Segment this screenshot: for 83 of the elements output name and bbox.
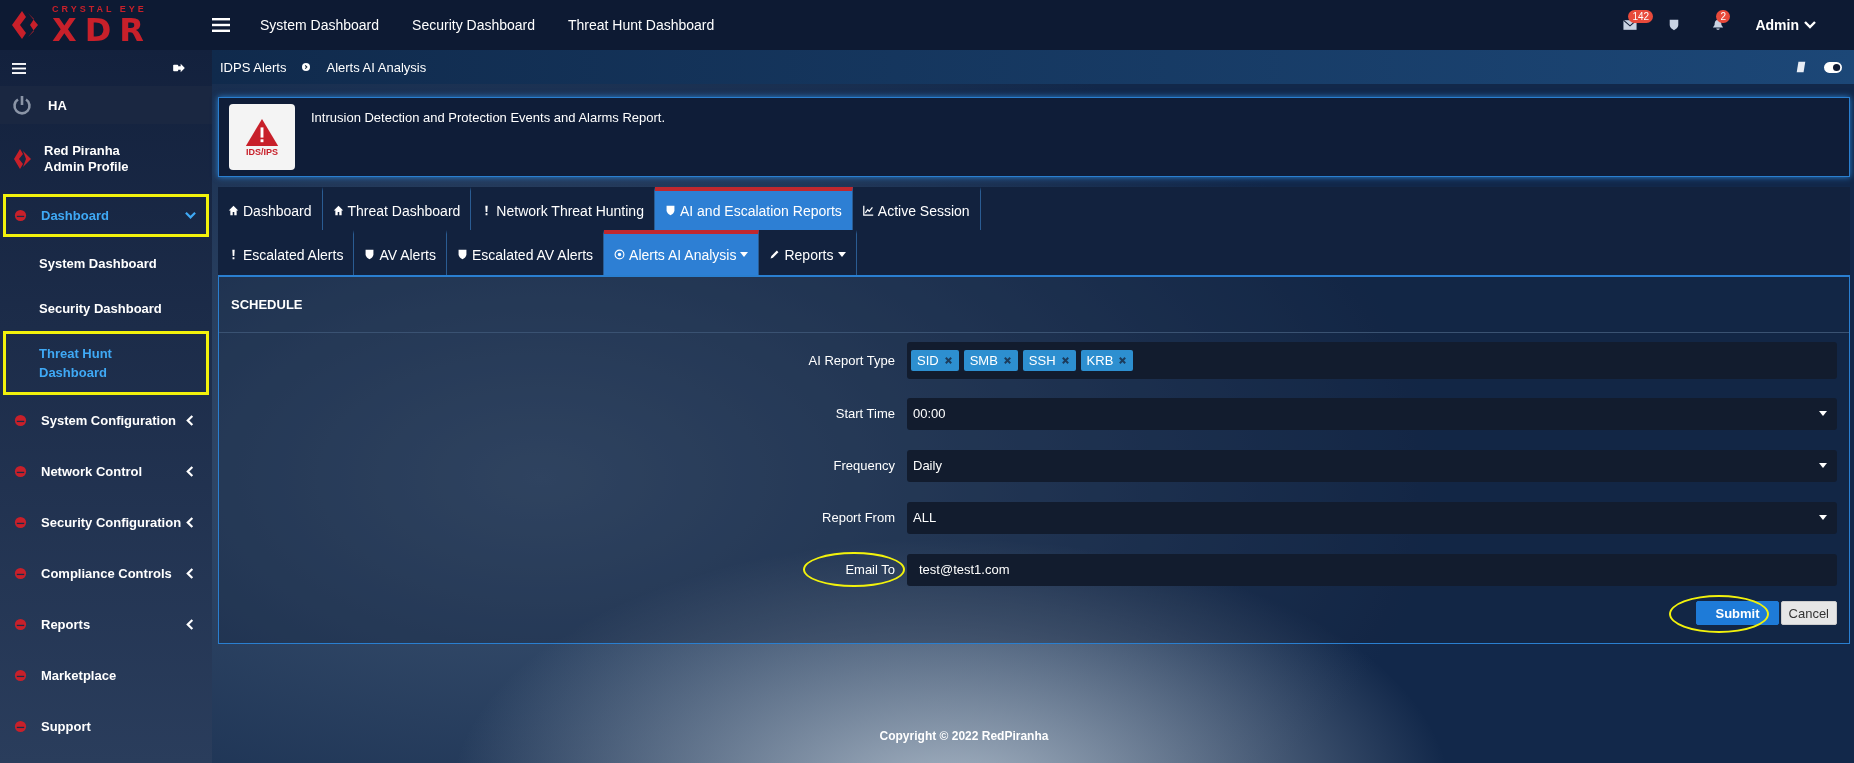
tab-icon bbox=[456, 249, 468, 260]
bell-icon[interactable] bbox=[1711, 19, 1726, 31]
notification-count: 142 bbox=[1628, 10, 1654, 23]
menu-item-icon bbox=[14, 465, 27, 478]
power-icon[interactable] bbox=[12, 95, 32, 115]
tab-icon bbox=[614, 249, 626, 260]
submit-button[interactable]: Submit bbox=[1696, 601, 1779, 625]
sidebar-subitem[interactable]: Security Dashboard bbox=[3, 286, 209, 331]
tag-chip[interactable]: KRB bbox=[1080, 350, 1134, 371]
tab-icon bbox=[664, 205, 676, 216]
tab-icon bbox=[769, 249, 781, 260]
cancel-button[interactable]: Cancel bbox=[1780, 601, 1837, 625]
top-nav-link[interactable]: Security Dashboard bbox=[412, 17, 535, 33]
field-label: Frequency bbox=[832, 457, 896, 475]
select-field[interactable]: ALL bbox=[907, 501, 1837, 534]
field-label: Report From bbox=[821, 509, 896, 527]
sidebar-item[interactable]: Compliance Controls bbox=[3, 552, 209, 595]
toggle-icon[interactable] bbox=[1824, 61, 1842, 73]
field-label: AI Report Type bbox=[807, 352, 896, 370]
user-menu[interactable]: Admin bbox=[1755, 17, 1799, 33]
sidebar-subitem[interactable]: System Dashboard bbox=[3, 241, 209, 286]
panel-title: SCHEDULE bbox=[231, 297, 303, 312]
menu-item-icon bbox=[14, 516, 27, 529]
select-field[interactable]: 00:00 bbox=[907, 397, 1837, 430]
email-input[interactable]: test@test1.com bbox=[907, 553, 1837, 586]
tab[interactable]: AV Alerts bbox=[354, 230, 447, 275]
top-nav-link[interactable]: System Dashboard bbox=[260, 17, 380, 33]
tab[interactable]: Escalated Alerts bbox=[218, 230, 355, 275]
sidebar-item[interactable]: Marketplace bbox=[3, 654, 209, 697]
remove-icon[interactable] bbox=[943, 356, 953, 365]
tag-chip[interactable]: SID bbox=[911, 350, 959, 371]
notification-count: 2 bbox=[1716, 10, 1730, 23]
tab-icon bbox=[862, 205, 874, 216]
remove-icon[interactable] bbox=[1060, 356, 1070, 365]
logo-tagline: CRYSTAL EYE bbox=[52, 4, 148, 14]
profile-role: Admin Profile bbox=[44, 159, 129, 175]
copyright-text: Copyright © 2022 RedPiranha bbox=[879, 729, 1049, 743]
arrow-circle-icon bbox=[302, 63, 311, 71]
field-label: Start Time bbox=[834, 405, 896, 423]
sidebar-item[interactable]: Security Configuration bbox=[3, 501, 209, 544]
tab-icon bbox=[364, 249, 376, 260]
field-label: Email To bbox=[803, 552, 905, 587]
menu-icon[interactable] bbox=[12, 62, 26, 74]
menu-item-icon bbox=[14, 618, 27, 631]
top-nav-link[interactable]: Threat Hunt Dashboard bbox=[568, 17, 715, 33]
tab[interactable]: Alerts AI Analysis bbox=[604, 230, 760, 275]
sign-out-icon[interactable] bbox=[173, 63, 185, 73]
select-field[interactable]: Daily bbox=[907, 449, 1837, 482]
caret-icon bbox=[740, 252, 749, 257]
tab[interactable]: AI and Escalation Reports bbox=[654, 187, 853, 230]
menu-item-icon bbox=[14, 720, 27, 733]
chevron-down-icon bbox=[1804, 21, 1816, 29]
caret-icon bbox=[1819, 515, 1827, 520]
menu-item-icon bbox=[14, 209, 27, 222]
breadcrumb-link[interactable]: Alerts AI Analysis bbox=[326, 59, 427, 75]
tag-input[interactable]: SID SMB SSH KRB bbox=[907, 342, 1837, 379]
ha-label: HA bbox=[48, 97, 67, 113]
sidebar-item[interactable]: Support bbox=[3, 705, 209, 748]
remove-icon[interactable] bbox=[1118, 356, 1128, 365]
warning-icon bbox=[245, 117, 279, 147]
tag-chip[interactable]: SSH bbox=[1022, 350, 1076, 371]
ids-ips-badge: IDS/IPS bbox=[229, 104, 295, 170]
menu-icon[interactable] bbox=[212, 18, 230, 32]
tab[interactable]: Reports bbox=[759, 230, 857, 275]
caret-icon bbox=[837, 252, 846, 257]
menu-item-icon bbox=[14, 414, 27, 427]
sidebar-item[interactable]: Network Control bbox=[3, 450, 209, 493]
caret-icon bbox=[1819, 411, 1827, 416]
breadcrumb-link[interactable]: IDPS Alerts bbox=[220, 59, 287, 75]
tag-chip[interactable]: SMB bbox=[963, 350, 1018, 371]
logo-wordmark: XDR bbox=[52, 13, 152, 46]
profile-name: Red Piranha bbox=[44, 143, 121, 159]
sidebar-item[interactable]: Dashboard bbox=[3, 194, 209, 237]
sidebar-item[interactable]: System Configuration bbox=[3, 399, 209, 442]
info-text: Intrusion Detection and Protection Events and Alarms Report. bbox=[311, 110, 666, 125]
sidebar-item[interactable]: Reports bbox=[3, 603, 209, 646]
remove-icon[interactable] bbox=[1002, 356, 1012, 365]
caret-icon bbox=[1819, 463, 1827, 468]
menu-item-icon bbox=[14, 567, 27, 580]
tab-icon bbox=[332, 205, 344, 216]
tab-icon bbox=[228, 205, 239, 216]
menu-item-icon bbox=[14, 669, 27, 682]
sidebar-subitem[interactable]: Threat Hunt Dashboard bbox=[3, 331, 209, 395]
